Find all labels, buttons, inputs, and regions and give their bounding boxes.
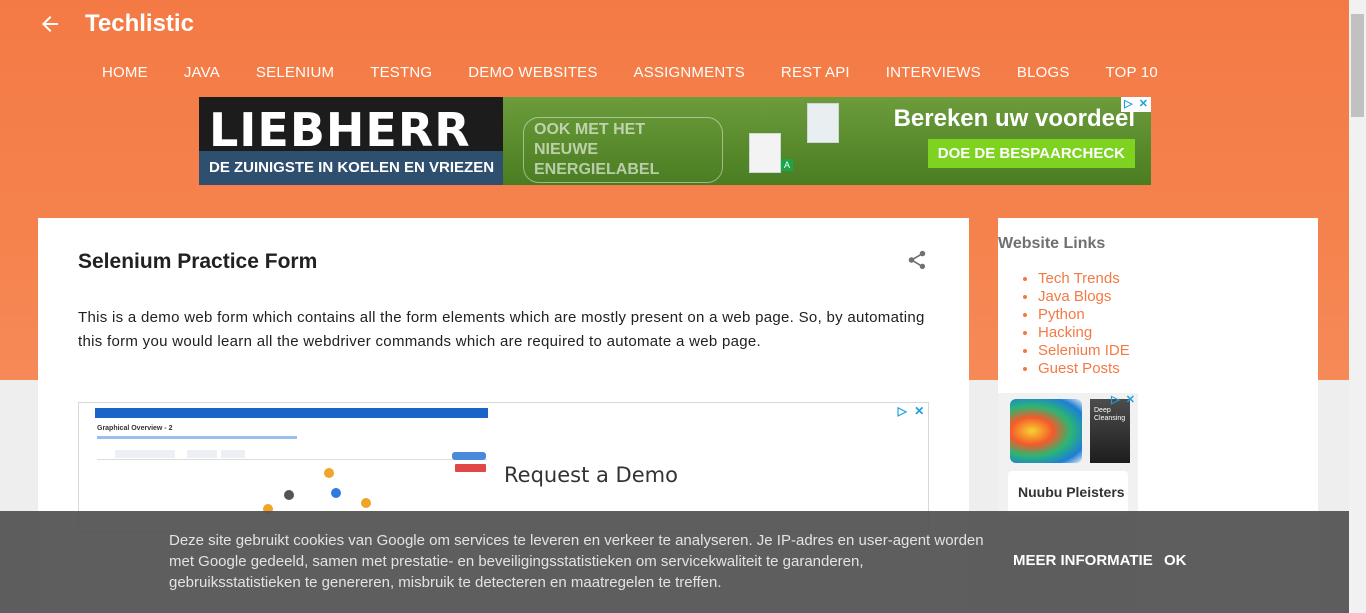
banner-ad-brand-panel: LIEBHERR DE ZUINIGSTE IN KOELEN EN VRIEZ…	[199, 97, 503, 185]
sidebar-ad-card[interactable]: Nuubu Pleisters	[1008, 471, 1128, 515]
more-info-button[interactable]: MEER INFORMATIE	[1013, 552, 1153, 569]
ad-close-icon[interactable]: ✕	[914, 404, 924, 418]
link-python[interactable]: Python	[1038, 306, 1085, 323]
top-bar: Techlistic	[0, 0, 1349, 50]
post-title: Selenium Practice Form	[78, 250, 318, 273]
nav-rest-api[interactable]: REST API	[763, 62, 868, 84]
screenshot-tab	[187, 450, 217, 458]
ad-close-icon[interactable]: ✕	[1126, 393, 1135, 407]
nav-top-10[interactable]: TOP 10	[1088, 62, 1176, 84]
screenshot-tab	[115, 450, 175, 458]
page-scrollbar[interactable]	[1349, 0, 1366, 613]
nav-demo-websites[interactable]: DEMO WEBSITES	[450, 62, 615, 84]
energy-badge: A	[781, 159, 793, 171]
demo-adchoices-badge[interactable]: ▷ ✕	[894, 403, 928, 419]
banner-ad-headline: Bereken uw voordeel	[893, 105, 1135, 132]
screenshot-subtitle	[97, 436, 297, 439]
adchoices-icon[interactable]: ▷	[1124, 97, 1132, 112]
link-hacking[interactable]: Hacking	[1038, 324, 1092, 341]
list-item: Java Blogs	[1038, 288, 1130, 306]
fridge-image	[807, 103, 839, 143]
screenshot-blue-button	[452, 452, 486, 460]
product-box-label: Deep Cleansing	[1094, 407, 1126, 422]
site-title[interactable]: Techlistic	[85, 10, 194, 38]
banner-ad-brand: LIEBHERR	[209, 103, 471, 157]
back-arrow-icon[interactable]	[38, 12, 62, 36]
link-tech-trends[interactable]: Tech Trends	[1038, 270, 1120, 287]
foot-reflexology-image	[1010, 399, 1082, 463]
screenshot-tabs	[97, 448, 487, 460]
adchoices-icon[interactable]: ▷	[898, 404, 907, 418]
cookie-notice-text: Deze site gebruikt cookies van Google om…	[169, 532, 984, 591]
share-icon[interactable]	[906, 249, 928, 271]
banner-ad-tagline: DE ZUINIGSTE IN KOELEN EN VRIEZEN	[199, 151, 503, 185]
nav-assignments[interactable]: ASSIGNMENTS	[616, 62, 763, 84]
list-item: Selenium IDE	[1038, 342, 1130, 360]
fridge-open-image	[749, 133, 781, 173]
list-item: Guest Posts	[1038, 360, 1130, 378]
list-item: Python	[1038, 306, 1130, 324]
demo-ad-headline[interactable]: Request a Demo	[504, 463, 678, 487]
graph-node	[284, 490, 294, 500]
graph-node	[324, 468, 334, 478]
screenshot-tab	[221, 450, 245, 458]
post-intro: This is a demo web form which contains a…	[78, 309, 925, 350]
ad-close-icon[interactable]: ✕	[1139, 97, 1148, 112]
nav-interviews[interactable]: INTERVIEWS	[868, 62, 999, 84]
screenshot-toolbar	[95, 408, 488, 418]
link-java-blogs[interactable]: Java Blogs	[1038, 288, 1111, 305]
cookie-consent-bar: Deze site gebruikt cookies van Google om…	[0, 511, 1349, 613]
screenshot-title: Graphical Overview - 2	[97, 425, 173, 432]
list-item: Tech Trends	[1038, 270, 1130, 288]
nav-java[interactable]: JAVA	[166, 62, 238, 84]
main-nav: HOME JAVA SELENIUM TESTNG DEMO WEBSITES …	[84, 62, 1176, 84]
scrollbar-thumb[interactable]	[1351, 14, 1364, 117]
sidebar-heading: Website Links	[998, 235, 1106, 252]
link-selenium-ide[interactable]: Selenium IDE	[1038, 342, 1130, 359]
banner-ad[interactable]: LIEBHERR DE ZUINIGSTE IN KOELEN EN VRIEZ…	[199, 97, 1151, 185]
banner-ad-grass-panel: OOK MET HET NIEUWE ENERGIELABEL A Bereke…	[503, 97, 1151, 185]
website-links-list: Tech Trends Java Blogs Python Hacking Se…	[1038, 270, 1130, 378]
sidebar-adchoices-badge[interactable]: ▷ ✕	[1108, 393, 1138, 407]
ok-button[interactable]: OK	[1164, 552, 1187, 569]
graph-node	[331, 488, 341, 498]
list-item: Hacking	[1038, 324, 1130, 342]
adchoices-icon[interactable]: ▷	[1111, 393, 1119, 407]
adchoices-badge[interactable]: ▷ ✕	[1121, 97, 1151, 112]
nav-selenium[interactable]: SELENIUM	[238, 62, 352, 84]
nav-blogs[interactable]: BLOGS	[999, 62, 1088, 84]
sidebar-ad-title[interactable]: Nuubu Pleisters	[1018, 484, 1125, 500]
banner-ad-cta-button[interactable]: DOE DE BESPAARCHECK	[927, 139, 1135, 168]
nav-testng[interactable]: TESTNG	[352, 62, 450, 84]
banner-ad-energy-label: OOK MET HET NIEUWE ENERGIELABEL	[523, 117, 723, 183]
nav-home[interactable]: HOME	[84, 62, 166, 84]
screenshot-red-button	[455, 464, 486, 472]
link-guest-posts[interactable]: Guest Posts	[1038, 360, 1120, 377]
graph-node	[361, 498, 371, 508]
